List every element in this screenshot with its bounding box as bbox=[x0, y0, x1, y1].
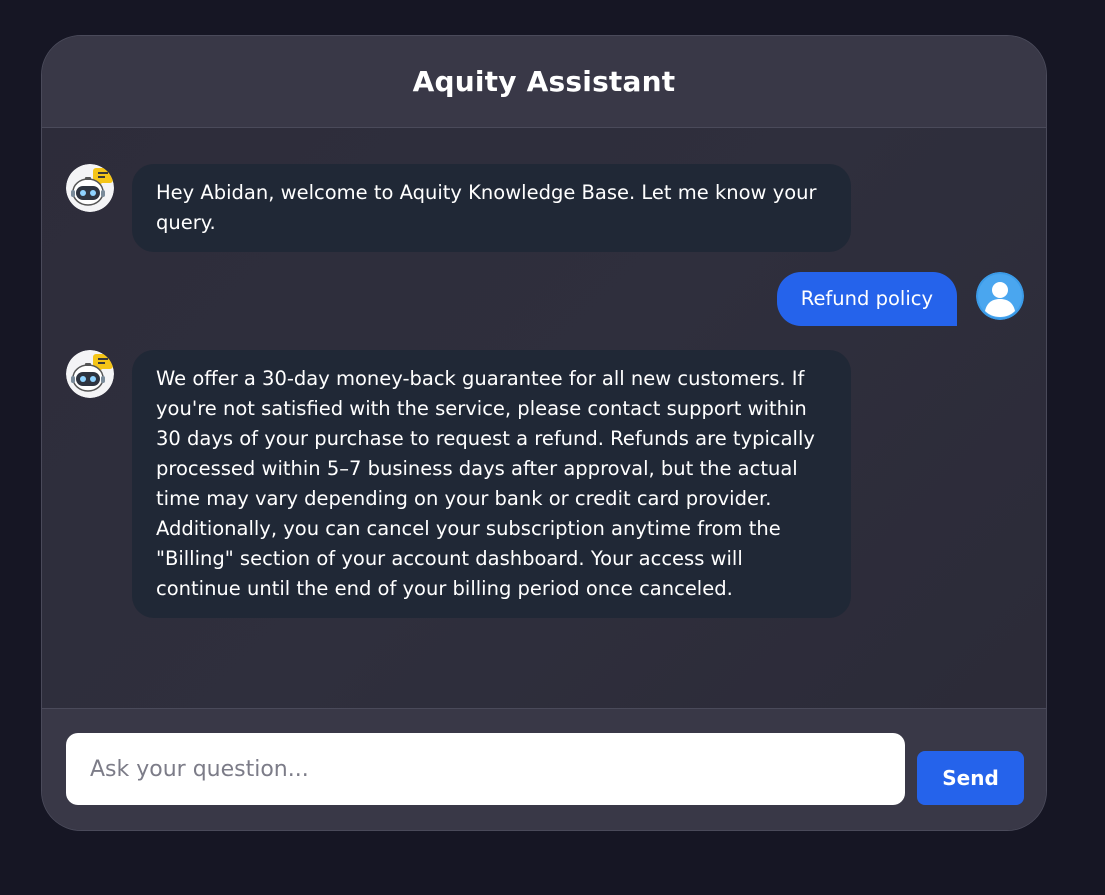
send-button[interactable]: Send bbox=[917, 751, 1024, 805]
chat-header: Aquity Assistant bbox=[42, 36, 1046, 128]
bot-message-text: We offer a 30-day money-back guarantee f… bbox=[156, 367, 815, 600]
user-message: Refund policy bbox=[776, 272, 957, 326]
user-message-text: Refund policy bbox=[800, 287, 933, 310]
robot-icon bbox=[66, 164, 114, 212]
message-composer: Send bbox=[42, 708, 1046, 830]
chat-window: Aquity Assistant Hey Abidan, welcome to … bbox=[41, 35, 1047, 831]
bot-message: Hey Abidan, welcome to Aquity Knowledge … bbox=[132, 164, 851, 252]
chat-title: Aquity Assistant bbox=[412, 65, 676, 98]
user-avatar-icon bbox=[976, 272, 1024, 320]
message-list[interactable]: Hey Abidan, welcome to Aquity Knowledge … bbox=[42, 128, 1046, 710]
question-input[interactable] bbox=[66, 733, 905, 805]
bot-message-text: Hey Abidan, welcome to Aquity Knowledge … bbox=[156, 181, 817, 234]
robot-icon bbox=[66, 350, 114, 398]
bot-message: We offer a 30-day money-back guarantee f… bbox=[132, 350, 851, 618]
